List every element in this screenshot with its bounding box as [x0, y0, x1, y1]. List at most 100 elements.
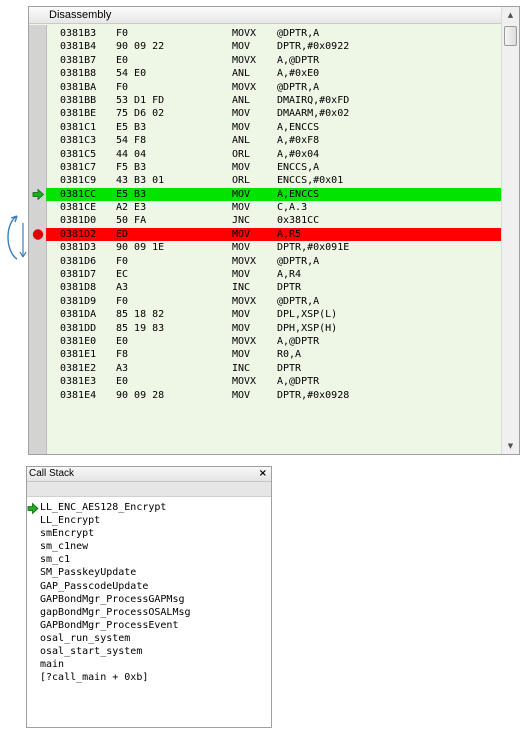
instruction-address: 0381D9	[60, 295, 97, 307]
call-stack-frame[interactable]: osal_run_system	[27, 632, 271, 645]
call-stack-frame[interactable]: GAP_PasscodeUpdate	[27, 580, 271, 593]
disassembly-row[interactable]: 0381E2 A3 INC DPTR	[46, 362, 501, 375]
disassembly-row[interactable]: 0381E0 E0 MOVX A,@DPTR	[46, 335, 501, 348]
instruction-bytes: A3	[116, 282, 129, 294]
instruction-operands: A,R4	[277, 269, 302, 281]
disassembly-row[interactable]: 0381B3 F0 MOVX @DPTR,A	[46, 27, 501, 40]
instruction-address: 0381E4	[60, 389, 97, 401]
call-stack-frame[interactable]: main	[27, 658, 271, 671]
instruction-operands: A,#0xE0	[277, 68, 320, 80]
disassembly-row[interactable]: 0381D0 50 FA JNC 0x381CC	[46, 214, 501, 227]
instruction-address: 0381D8	[60, 282, 97, 294]
instruction-operands: A,@DPTR	[277, 335, 320, 347]
instruction-operands: DPTR,#0x0928	[277, 389, 350, 401]
call-stack-frame-label: osal_run_system	[40, 632, 131, 644]
instruction-mnemonic: MOV	[232, 202, 251, 214]
instruction-operands: DPL,XSP(L)	[277, 309, 338, 321]
disassembly-row[interactable]: 0381CE A2 E3 MOV C,A.3	[46, 201, 501, 214]
disassembly-scrollbar[interactable]: ▲ ▼	[501, 7, 519, 454]
disassembly-row[interactable]: 0381E1 F8 MOV R0,A	[46, 348, 501, 361]
scroll-thumb[interactable]	[504, 26, 517, 46]
call-stack-title: Call Stack	[29, 468, 75, 479]
disassembly-row[interactable]: 0381B4 90 09 22 MOV DPTR,#0x0922	[46, 40, 501, 53]
instruction-mnemonic: MOV	[232, 161, 251, 173]
disassembly-row[interactable]: 0381BA F0 MOVX @DPTR,A	[46, 81, 501, 94]
disassembly-row[interactable]: 0381E4 90 09 28 MOV DPTR,#0x0928	[46, 389, 501, 402]
instruction-bytes: F0	[116, 28, 129, 39]
disassembly-row[interactable]: 0381C1 E5 B3 MOV A,ENCCS	[46, 121, 501, 134]
call-stack-frame-label: [?call_main + 0xb]	[40, 672, 149, 684]
call-stack-header	[27, 482, 271, 497]
instruction-operands: @DPTR,A	[277, 255, 320, 267]
instruction-address: 0381B4	[60, 41, 97, 53]
disassembly-row[interactable]: 0381D8 A3 INC DPTR	[46, 281, 501, 294]
instruction-address: 0381B3	[60, 28, 97, 39]
instruction-address: 0381B7	[60, 54, 97, 66]
call-stack-frame[interactable]: sm_c1	[27, 553, 271, 566]
instruction-bytes: 85 18 82	[116, 309, 165, 321]
disassembly-row[interactable]: 0381D6 F0 MOVX @DPTR,A	[46, 255, 501, 268]
scroll-up-icon[interactable]: ▲	[502, 7, 519, 23]
instruction-bytes: 90 09 22	[116, 41, 165, 53]
instruction-operands: DMAIRQ,#0xFD	[277, 94, 350, 106]
instruction-address: 0381D0	[60, 215, 97, 227]
disassembly-row[interactable]: 0381D2 ED MOV A,R5	[32, 227, 501, 242]
instruction-address: 0381BA	[60, 81, 97, 93]
call-stack-frame[interactable]: GAPBondMgr_ProcessEvent	[27, 619, 271, 632]
instruction-mnemonic: MOVX	[232, 54, 257, 66]
instruction-bytes: F8	[116, 349, 129, 361]
instruction-operands: ENCCS,A	[277, 161, 320, 173]
disassembly-row[interactable]: 0381DA 85 18 82 MOV DPL,XSP(L)	[46, 308, 501, 321]
call-stack-frame[interactable]: osal_start_system	[27, 645, 271, 658]
disassembly-row[interactable]: 0381D9 F0 MOVX @DPTR,A	[46, 295, 501, 308]
disassembly-row[interactable]: 0381BB 53 D1 FD ANL DMAIRQ,#0xFD	[46, 94, 501, 107]
call-stack-frame[interactable]: SM_PasskeyUpdate	[27, 566, 271, 579]
instruction-operands: DPH,XSP(H)	[277, 322, 338, 334]
curved-arrow-icon	[7, 215, 27, 260]
disassembly-row[interactable]: 0381BE 75 D6 02 MOV DMAARM,#0x02	[46, 107, 501, 120]
instruction-bytes: F5 B3	[116, 161, 147, 173]
disassembly-row[interactable]: 0381B7 E0 MOVX A,@DPTR	[46, 54, 501, 67]
instruction-mnemonic: INC	[232, 362, 251, 374]
disassembly-row[interactable]: 0381D7 EC MOV A,R4	[46, 268, 501, 281]
call-stack-frame[interactable]: sm_c1new	[27, 540, 271, 553]
close-icon[interactable]: ×	[259, 467, 267, 481]
instruction-address: 0381DD	[60, 322, 97, 334]
call-stack-frame[interactable]: gapBondMgr_ProcessOSALMsg	[27, 606, 271, 619]
scroll-down-icon[interactable]: ▼	[502, 438, 519, 454]
instruction-address: 0381CC	[60, 188, 97, 200]
instruction-bytes: 85 19 83	[116, 322, 165, 334]
call-stack-frame[interactable]: smEncrypt	[27, 527, 271, 540]
disassembly-row[interactable]: 0381C7 F5 B3 MOV ENCCS,A	[46, 161, 501, 174]
disassembly-listing: 0381B3 F0 MOVX @DPTR,A 0381B4 90 09 22 MOV DPTR…	[32, 27, 501, 402]
call-stack-frame-label: smEncrypt	[40, 528, 95, 540]
green-arrow-icon	[27, 502, 39, 515]
instruction-bytes: F0	[116, 295, 129, 307]
disassembly-row[interactable]: 0381D3 90 09 1E MOV DPTR,#0x091E	[46, 241, 501, 254]
disassembly-row[interactable]: 0381DD 85 19 83 MOV DPH,XSP(H)	[46, 322, 501, 335]
call-stack-frame[interactable]: [?call_main + 0xb]	[27, 671, 271, 684]
disassembly-row[interactable]: 0381C3 54 F8 ANL A,#0xF8	[46, 134, 501, 147]
disassembly-row[interactable]: 0381B8 54 E0 ANL A,#0xE0	[46, 67, 501, 80]
instruction-operands: @DPTR,A	[277, 28, 320, 39]
instruction-mnemonic: MOV	[232, 269, 251, 281]
instruction-address: 0381D7	[60, 269, 97, 281]
disassembly-row[interactable]: 0381C5 44 04 ORL A,#0x04	[46, 148, 501, 161]
instruction-address: 0381B8	[60, 68, 97, 80]
disassembly-row[interactable]: 0381C9 43 B3 01 ORL ENCCS,#0x01	[46, 174, 501, 187]
call-stack-frame-label: osal_start_system	[40, 646, 143, 658]
instruction-address: 0381E3	[60, 376, 97, 388]
instruction-bytes: EC	[116, 269, 129, 281]
call-stack-frame-label: GAP_PasscodeUpdate	[40, 580, 149, 592]
instruction-operands: @DPTR,A	[277, 295, 320, 307]
instruction-bytes: 75 D6 02	[116, 108, 165, 120]
call-stack-frame[interactable]: GAPBondMgr_ProcessGAPMsg	[27, 593, 271, 606]
disassembly-row[interactable]: 0381CC E5 B3 MOV A,ENCCS	[32, 187, 501, 202]
red-circle-icon[interactable]	[31, 228, 45, 241]
call-stack-frame[interactable]: LL_Encrypt	[27, 514, 271, 527]
instruction-address: 0381C3	[60, 135, 97, 147]
call-stack-list: LL_ENC_AES128_Encrypt LL_Encrypt smEncrypt…	[27, 501, 271, 684]
disassembly-row[interactable]: 0381E3 E0 MOVX A,@DPTR	[46, 375, 501, 388]
call-stack-frame[interactable]: LL_ENC_AES128_Encrypt	[27, 501, 271, 515]
instruction-operands: DPTR	[277, 282, 302, 294]
